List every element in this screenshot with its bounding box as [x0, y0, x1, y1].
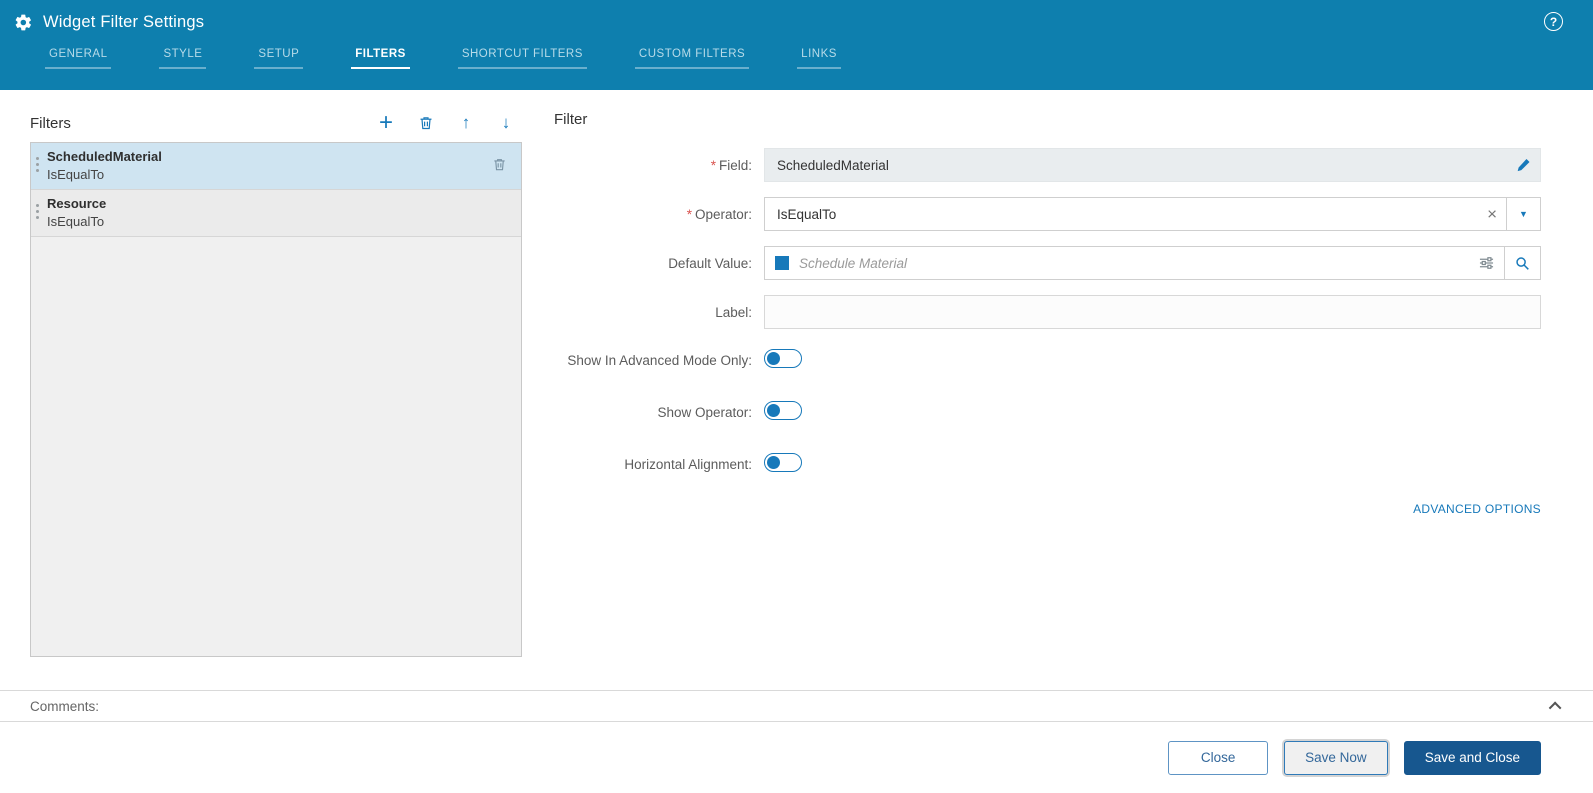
default-value-tag-icon [775, 256, 789, 270]
show-operator-label: Show Operator: [657, 404, 752, 420]
filter-form: Filter *Field: *Operator: × [522, 108, 1541, 690]
operator-input[interactable] [764, 197, 1541, 231]
filters-panel-title: Filters [30, 114, 71, 132]
default-value-input[interactable] [764, 246, 1505, 280]
default-value-label: Default Value: [668, 255, 752, 271]
close-button[interactable]: Close [1168, 740, 1269, 775]
help-icon[interactable]: ? [1544, 12, 1563, 31]
filters-panel: Filters + ↑ ↓ ScheduledMaterial IsEqualT… [30, 108, 522, 690]
horizontal-alignment-toggle[interactable] [764, 453, 802, 472]
show-operator-toggle[interactable] [764, 401, 802, 420]
dialog-header: Widget Filter Settings ? GENERAL STYLE S… [0, 0, 1593, 90]
save-and-close-button[interactable]: Save and Close [1403, 740, 1541, 775]
move-down-button[interactable]: ↓ [496, 113, 516, 133]
delete-filter-button[interactable] [416, 113, 436, 133]
required-asterisk: * [710, 157, 716, 173]
tab-setup[interactable]: SETUP [254, 48, 304, 69]
move-up-button[interactable]: ↑ [456, 113, 476, 133]
tab-style[interactable]: STYLE [159, 48, 207, 69]
filters-toolbar: + ↑ ↓ [376, 111, 522, 135]
field-input[interactable] [764, 148, 1541, 182]
main-content: Filters + ↑ ↓ ScheduledMaterial IsEqualT… [0, 90, 1593, 690]
dialog-title: Widget Filter Settings [43, 13, 205, 31]
label-label: Label: [715, 304, 752, 320]
filter-item-operator: IsEqualTo [47, 214, 105, 229]
footer-buttons: Close Save Now Save and Close [0, 722, 1593, 793]
edit-field-icon[interactable] [1516, 158, 1531, 173]
comments-bar: Comments: [0, 690, 1593, 722]
horizontal-alignment-label: Horizontal Alignment: [624, 456, 752, 472]
label-input[interactable] [764, 295, 1541, 329]
toggle-knob [767, 404, 780, 417]
collapse-comments-icon[interactable] [1548, 701, 1562, 714]
filter-form-title: Filter [554, 111, 588, 128]
tab-links[interactable]: LINKS [797, 48, 841, 69]
show-in-advanced-mode-label: Show In Advanced Mode Only: [567, 352, 752, 368]
comments-label: Comments: [30, 698, 100, 714]
operator-dropdown-button[interactable]: ▼ [1506, 197, 1541, 231]
gear-icon [14, 13, 33, 32]
field-label: * Field: [710, 157, 752, 173]
search-button[interactable] [1504, 246, 1541, 280]
filter-item-field: Resource [47, 196, 107, 211]
tab-general[interactable]: GENERAL [45, 48, 112, 69]
show-in-advanced-mode-toggle[interactable] [764, 349, 802, 368]
tab-bar: GENERAL STYLE SETUP FILTERS SHORTCUT FIL… [0, 32, 1593, 69]
save-now-button[interactable]: Save Now [1284, 740, 1388, 775]
filter-options-icon[interactable] [1479, 256, 1494, 271]
toggle-knob [767, 352, 780, 365]
filter-list-item[interactable]: ScheduledMaterial IsEqualTo [31, 143, 521, 190]
tab-custom-filters[interactable]: CUSTOM FILTERS [634, 48, 750, 69]
filter-item-operator: IsEqualTo [47, 167, 105, 182]
filter-list: ScheduledMaterial IsEqualTo Resource IsE… [30, 142, 522, 657]
filter-item-field: ScheduledMaterial [47, 149, 162, 164]
tab-shortcut-filters[interactable]: SHORTCUT FILTERS [457, 48, 587, 69]
drag-handle-icon[interactable] [36, 157, 39, 160]
toggle-knob [767, 456, 780, 469]
filter-list-item[interactable]: Resource IsEqualTo [31, 190, 521, 237]
tab-filters[interactable]: FILTERS [351, 48, 410, 69]
clear-operator-icon[interactable]: × [1487, 206, 1497, 223]
add-filter-button[interactable]: + [376, 111, 396, 135]
required-asterisk: * [686, 206, 692, 222]
operator-label: * Operator: [686, 206, 752, 222]
drag-handle-icon[interactable] [36, 204, 39, 207]
advanced-options-link[interactable]: ADVANCED OPTIONS [1413, 502, 1541, 516]
delete-item-icon[interactable] [490, 155, 509, 177]
